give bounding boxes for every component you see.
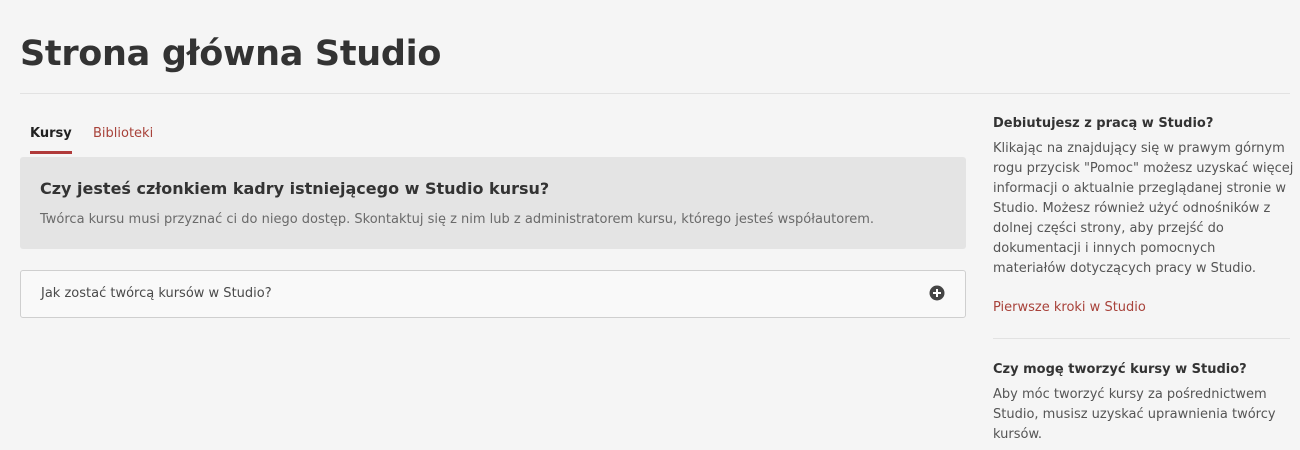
sidebar-text-line: Aby móc tworzyć kursy za pośrednictwem	[993, 387, 1267, 402]
sidebar-text-line: rogu przycisk "Pomoc" możesz uzyskać wię…	[993, 161, 1294, 176]
sidebar-text-line: informacji o aktualnie przeglądanej stro…	[993, 181, 1287, 196]
title-divider	[20, 93, 1290, 94]
become-course-creator-accordion[interactable]: Jak zostać twórcą kursów w Studio?	[20, 270, 966, 318]
course-tabs: Kursy Biblioteki	[20, 112, 966, 158]
getting-started-link[interactable]: Pierwsze kroki w Studio	[993, 300, 1146, 315]
sidebar-text-line: kursów.	[993, 427, 1043, 442]
info-box-text: Twórca kursu musi przyznać ci do niego d…	[40, 212, 875, 227]
sidebar-text-help: Klikając na znajdujący się w prawym górn…	[993, 139, 1294, 279]
sidebar-text-line: Klikając na znajdujący się w prawym górn…	[993, 141, 1285, 156]
staff-info-box: Czy jesteś członkiem kadry istniejącego …	[20, 157, 966, 249]
tab-courses[interactable]: Kursy	[30, 126, 72, 154]
sidebar-divider	[993, 338, 1290, 339]
sidebar-heading-new-to-studio: Debiutujesz z pracą w Studio?	[993, 116, 1214, 131]
sidebar-text-permissions: Aby móc tworzyć kursy za pośrednictwem S…	[993, 385, 1290, 445]
sidebar-text-line: materiałów dotyczących pracy w Studio.	[993, 261, 1256, 276]
sidebar-text-line: dokumentacji i innych pomocnych	[993, 241, 1216, 256]
sidebar-text-line: dolnej części strony, aby przejść do	[993, 221, 1224, 236]
info-box-title: Czy jesteś członkiem kadry istniejącego …	[40, 179, 550, 198]
accordion-label: Jak zostać twórcą kursów w Studio?	[41, 286, 272, 301]
tab-libraries[interactable]: Biblioteki	[93, 126, 153, 155]
sidebar-heading-can-i-create: Czy mogę tworzyć kursy w Studio?	[993, 362, 1247, 377]
sidebar-text-line: Studio. Możesz również użyć odnośników z	[993, 201, 1271, 216]
sidebar-text-line: Studio, musisz uzyskać uprawnienia twórc…	[993, 407, 1276, 422]
page-title: Strona główna Studio	[20, 34, 442, 74]
plus-circle-icon[interactable]	[929, 285, 945, 301]
